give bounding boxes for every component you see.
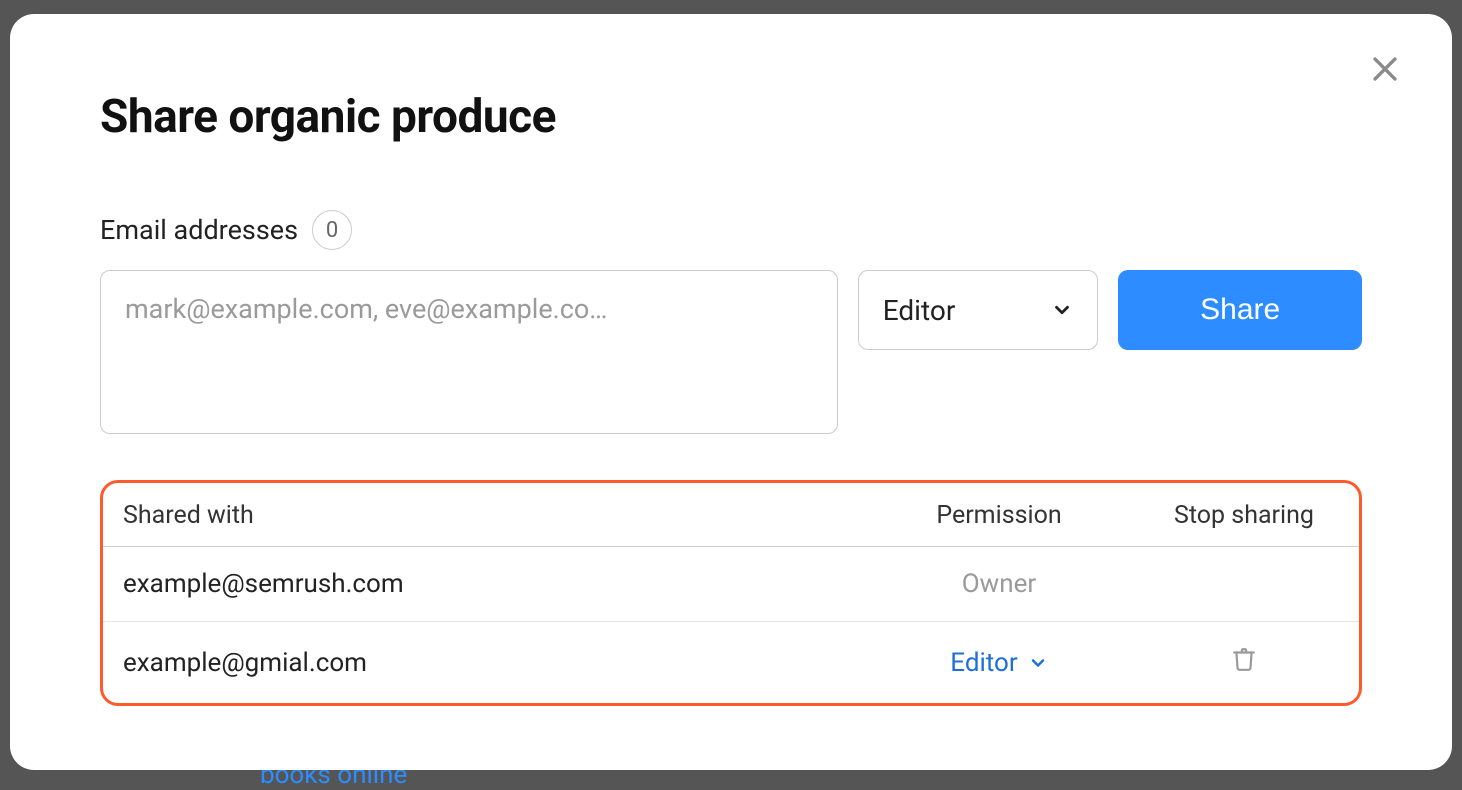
- trash-icon: [1231, 644, 1257, 674]
- shared-with-box: Shared with Permission Stop sharing exam…: [100, 480, 1362, 706]
- table-row: example@gmial.com Editor: [103, 622, 1359, 704]
- permission-dropdown[interactable]: Editor: [950, 648, 1047, 678]
- table-body: example@semrush.com Owner example@gmial.co…: [103, 547, 1359, 704]
- header-stop-sharing: Stop sharing: [1129, 483, 1359, 547]
- cell-permission: Editor: [869, 622, 1129, 704]
- modal-title: Share organic produce: [100, 90, 1362, 144]
- cell-permission: Owner: [869, 547, 1129, 622]
- email-addresses-label: Email addresses: [100, 214, 298, 246]
- chevron-down-icon: [1028, 653, 1048, 673]
- cell-stop-sharing: [1129, 547, 1359, 622]
- permission-owner-label: Owner: [962, 569, 1036, 599]
- chevron-down-icon: [1051, 299, 1073, 321]
- close-button[interactable]: [1366, 50, 1404, 88]
- email-input[interactable]: [100, 270, 838, 434]
- role-select-value: Editor: [883, 294, 956, 327]
- cell-email: example@gmial.com: [103, 622, 869, 704]
- delete-share-button[interactable]: [1231, 644, 1257, 674]
- header-permission: Permission: [869, 483, 1129, 547]
- share-modal: Share organic produce Email addresses 0 …: [10, 14, 1452, 770]
- shared-with-table: Shared with Permission Stop sharing exam…: [103, 483, 1359, 703]
- header-shared-with: Shared with: [103, 483, 869, 547]
- table-header-row: Shared with Permission Stop sharing: [103, 483, 1359, 547]
- role-select[interactable]: Editor: [858, 270, 1099, 350]
- input-row: Editor Share: [100, 270, 1362, 434]
- table-row: example@semrush.com Owner: [103, 547, 1359, 622]
- cell-stop-sharing: [1129, 622, 1359, 704]
- cell-email: example@semrush.com: [103, 547, 869, 622]
- email-label-row: Email addresses 0: [100, 210, 1362, 250]
- close-icon: [1368, 52, 1402, 86]
- share-button[interactable]: Share: [1118, 270, 1362, 350]
- permission-dropdown-label: Editor: [950, 648, 1017, 678]
- email-count-badge: 0: [312, 210, 352, 250]
